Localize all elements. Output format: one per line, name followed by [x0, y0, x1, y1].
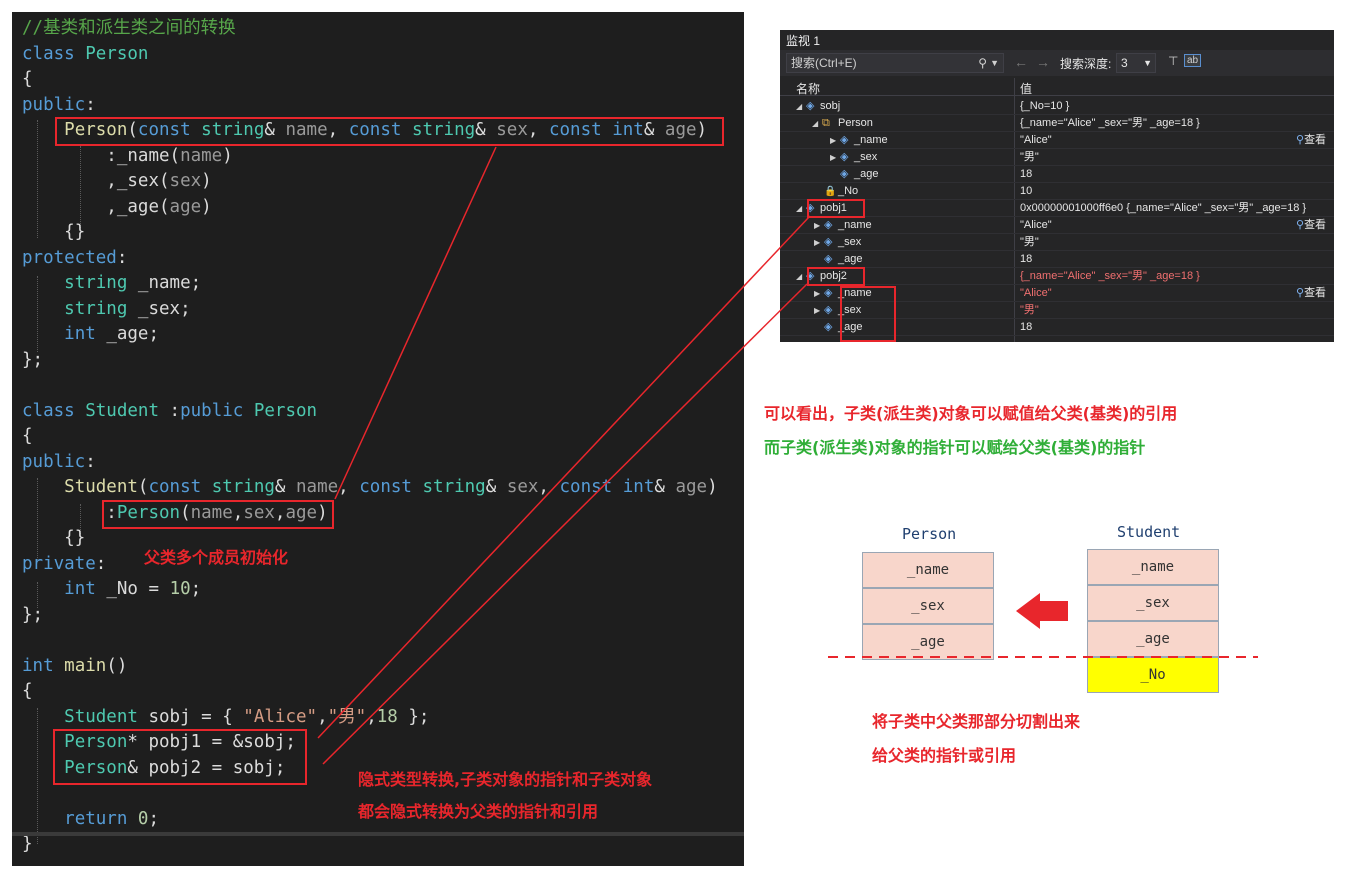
pobj1-callout-line: [317, 215, 811, 739]
ctor-callout-line: [334, 146, 497, 500]
annotation-overlay: [317, 146, 1258, 765]
slicing-arrow-icon: [1016, 593, 1068, 629]
pobj2-callout-line: [322, 283, 808, 765]
